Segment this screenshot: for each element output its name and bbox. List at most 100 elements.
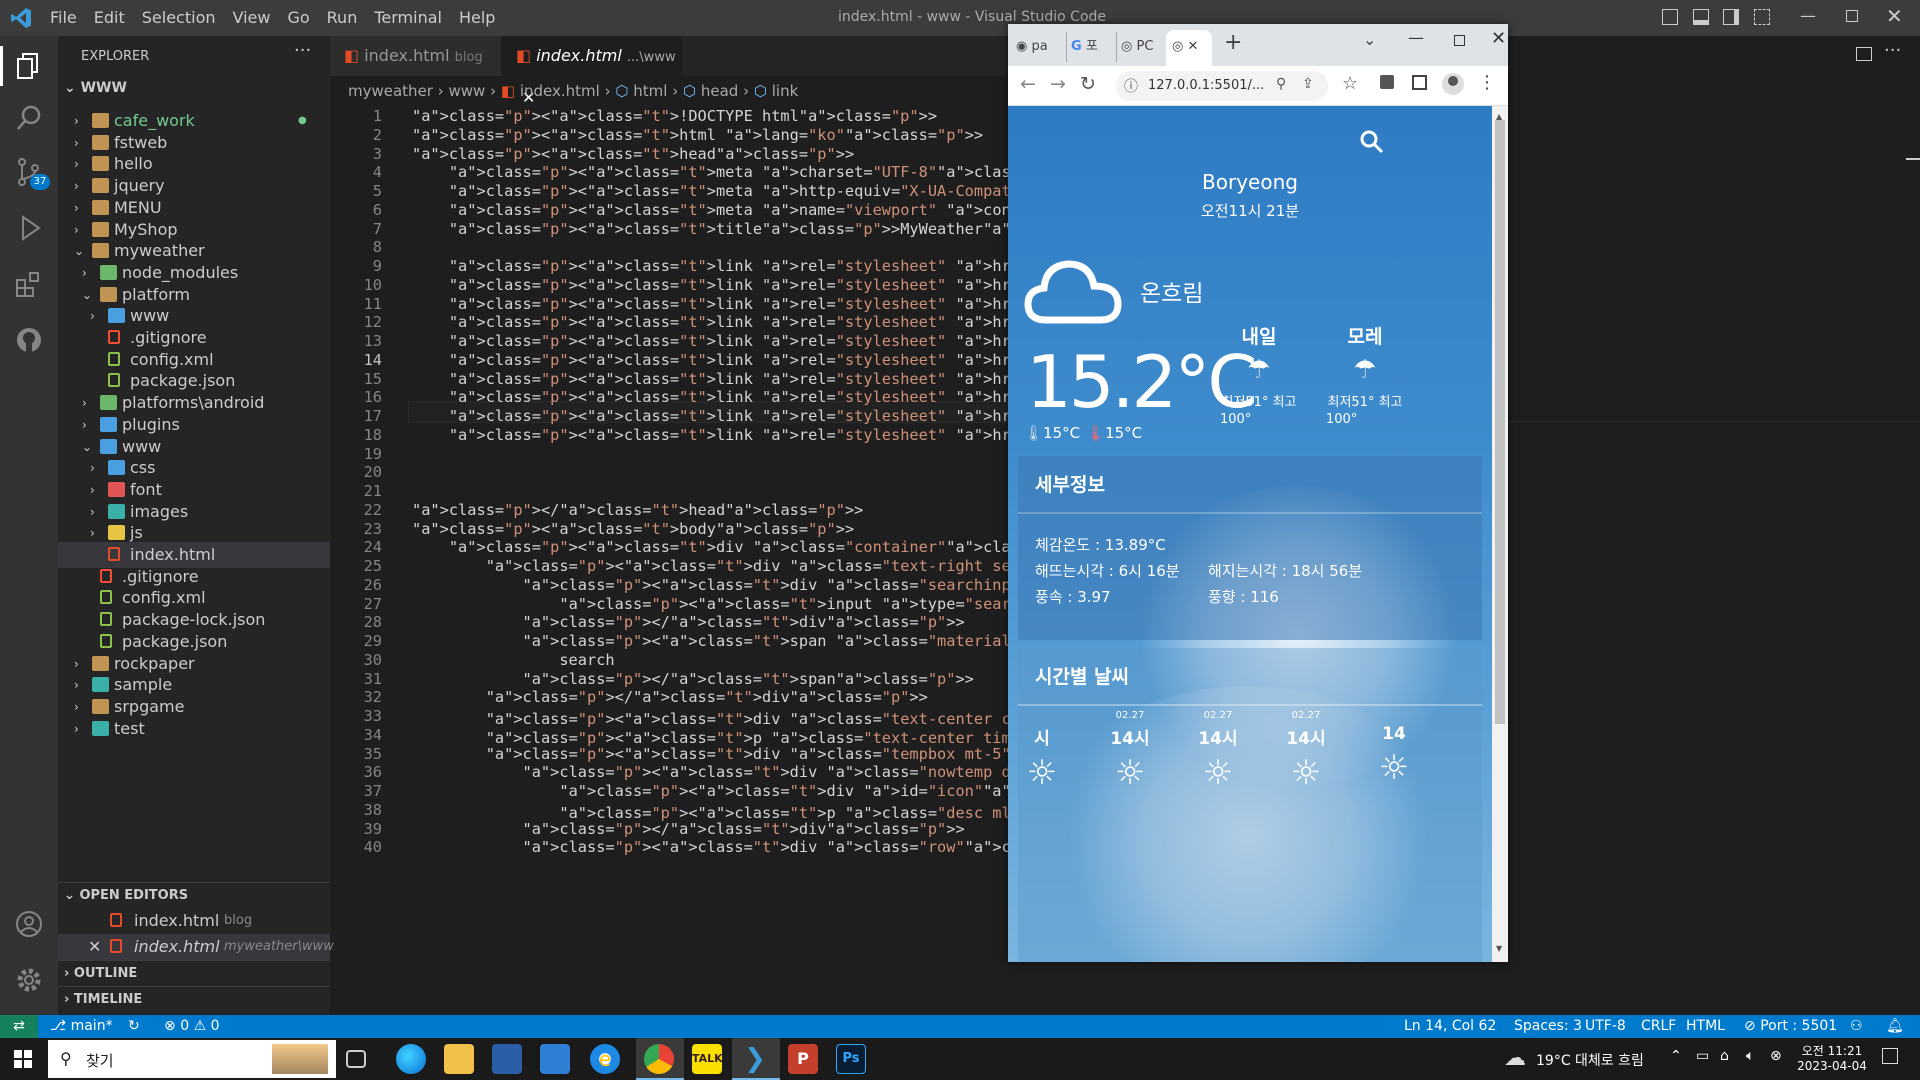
browser-maximize-icon[interactable] xyxy=(1454,35,1465,46)
menu-file[interactable]: File xyxy=(50,8,77,27)
tab-search-icon[interactable]: ⌄ xyxy=(1363,30,1376,49)
language-mode[interactable]: HTML xyxy=(1686,1015,1725,1038)
customize-layout-icon[interactable] xyxy=(1754,9,1770,25)
browser-tab[interactable]: ◉ pa xyxy=(1016,32,1064,62)
source-control-icon[interactable]: 37 xyxy=(13,156,50,190)
code-editor[interactable]: 1 "a">class="p"><"a">class="t">!DOCTYPE h… xyxy=(330,104,1008,1015)
settings-gear-icon[interactable] xyxy=(13,964,45,996)
breadcrumb-item[interactable]: head xyxy=(701,82,738,100)
workspace-root[interactable]: ⌄ WWW xyxy=(64,80,324,96)
line-ending[interactable]: CRLF xyxy=(1641,1015,1676,1038)
breadcrumb-item[interactable]: html xyxy=(633,82,667,100)
site-info-icon[interactable]: ⓘ xyxy=(1124,76,1138,96)
toggle-panel-icon[interactable] xyxy=(1693,9,1709,25)
tab-index-blog[interactable]: ◧ index.html blog xyxy=(330,36,500,76)
internet-explorer-icon[interactable]: e xyxy=(590,1044,620,1074)
remote-indicator-icon[interactable]: ⇄ xyxy=(0,1015,38,1038)
accounts-icon[interactable] xyxy=(13,908,45,940)
menu-go[interactable]: Go xyxy=(287,8,309,27)
menu-view[interactable]: View xyxy=(233,8,271,27)
scrollbar-thumb[interactable] xyxy=(1495,120,1505,724)
extensions-icon[interactable] xyxy=(13,268,45,300)
extensions-puzzle-icon[interactable] xyxy=(1380,75,1394,89)
profile-avatar-icon[interactable] xyxy=(1442,73,1464,95)
tray-chevron-icon[interactable]: ⌃ xyxy=(1670,1048,1682,1064)
split-editor-icon[interactable] xyxy=(1856,47,1872,61)
browser-close-icon[interactable]: ✕ xyxy=(1491,28,1506,49)
browser-tab-active[interactable]: ◎ ✕ xyxy=(1166,30,1212,66)
restore-window-icon[interactable] xyxy=(1846,10,1858,22)
feedback-icon[interactable]: ⚇ xyxy=(1850,1015,1863,1038)
encoding[interactable]: UTF-8 xyxy=(1585,1015,1626,1038)
more-actions-icon[interactable]: ··· xyxy=(294,40,311,61)
cursor-position[interactable]: Ln 14, Col 62 xyxy=(1404,1015,1496,1038)
timeline-header[interactable]: › TIMELINE xyxy=(58,986,330,1012)
browser-tab[interactable]: G 포 xyxy=(1066,32,1114,62)
menu-edit[interactable]: Edit xyxy=(94,8,125,27)
windows-start-icon[interactable] xyxy=(14,1050,32,1068)
vscode-taskbar-icon[interactable]: ❯ xyxy=(740,1044,770,1074)
menu-help[interactable]: Help xyxy=(459,8,495,27)
location-icon[interactable]: ⚲ xyxy=(1276,76,1286,92)
kakaotalk-icon[interactable]: TALK xyxy=(692,1044,723,1074)
ime-icon[interactable]: ⊗ xyxy=(1770,1048,1782,1064)
open-editor-item[interactable]: ✕ index.html myweather\www xyxy=(58,934,334,960)
edge-icon[interactable] xyxy=(396,1044,426,1074)
open-editors-header[interactable]: ⌄ OPEN EDITORS xyxy=(58,882,330,908)
taskbar-search[interactable]: ⚲ 찾기 xyxy=(48,1040,336,1078)
chrome-menu-icon[interactable]: ⋮ xyxy=(1478,72,1496,93)
store-icon[interactable] xyxy=(492,1044,522,1074)
clock[interactable]: 오전 11:21 2023-04-04 xyxy=(1796,1042,1868,1073)
close-window-icon[interactable]: ✕ xyxy=(1886,4,1903,28)
close-browser-tab-icon[interactable]: ✕ xyxy=(1187,39,1198,54)
toggle-secondary-sidebar-icon[interactable] xyxy=(1723,9,1739,25)
search-icon[interactable] xyxy=(1358,128,1386,156)
github-icon[interactable] xyxy=(13,324,45,356)
run-debug-icon[interactable] xyxy=(13,212,45,244)
notification-center-icon[interactable] xyxy=(1882,1048,1898,1064)
breadcrumb-item[interactable]: myweather xyxy=(348,82,433,100)
git-branch[interactable]: ⎇ main* xyxy=(50,1015,113,1038)
indentation[interactable]: Spaces: 3 xyxy=(1514,1015,1582,1038)
browser-minimize-icon[interactable]: — xyxy=(1408,28,1424,47)
breadcrumb-item[interactable]: www xyxy=(449,82,486,100)
search-icon[interactable] xyxy=(13,102,45,134)
tray-apps-icon[interactable]: ▭ xyxy=(1696,1048,1709,1064)
forward-icon[interactable]: → xyxy=(1050,73,1066,95)
menu-run[interactable]: Run xyxy=(327,8,358,27)
address-bar[interactable]: ⓘ 127.0.0.1:5501/... ⚲ ⇪ xyxy=(1116,71,1328,101)
chrome-icon[interactable] xyxy=(644,1044,674,1074)
side-panel-icon[interactable] xyxy=(1412,75,1427,90)
problems-indicator[interactable]: ⊗ 0 ⚠ 0 xyxy=(164,1015,220,1038)
explorer-icon[interactable] xyxy=(13,50,45,82)
breadcrumb-item[interactable]: index.html xyxy=(520,82,600,100)
browser-tab[interactable]: ◎ PC xyxy=(1116,32,1164,62)
mail-icon[interactable] xyxy=(540,1044,570,1074)
live-server-port[interactable]: ⊘ Port : 5501 xyxy=(1744,1015,1837,1038)
new-tab-icon[interactable]: + xyxy=(1224,30,1242,55)
open-editor-item[interactable]: index.html blog xyxy=(58,908,330,934)
network-icon[interactable]: ⌂ xyxy=(1720,1048,1729,1064)
volume-icon[interactable]: 🔈︎ xyxy=(1746,1048,1754,1064)
photoshop-icon[interactable]: Ps xyxy=(836,1044,866,1074)
file-explorer-icon[interactable] xyxy=(444,1044,474,1074)
breadcrumb-item[interactable]: link xyxy=(772,82,799,100)
tab-index-www[interactable]: ◧ index.html ...\www ✕ xyxy=(502,36,682,107)
outline-header[interactable]: › OUTLINE xyxy=(58,960,330,986)
close-editor-icon[interactable]: ✕ xyxy=(88,934,101,960)
page-scrollbar[interactable]: ▲ ▼ xyxy=(1492,106,1508,962)
back-icon[interactable]: ← xyxy=(1020,73,1036,95)
menu-terminal[interactable]: Terminal xyxy=(374,8,442,27)
bookmark-star-icon[interactable]: ☆ xyxy=(1342,73,1358,94)
minimize-window-icon[interactable]: — xyxy=(1800,6,1816,25)
powerpoint-icon[interactable]: P xyxy=(788,1044,818,1074)
task-view-icon[interactable] xyxy=(346,1050,366,1068)
hourly-carousel[interactable]: 시 ☼ 02.27 14시 ☼ 02.27 14시 ☼ 02.27 14시 ☼ 14 ☼ xyxy=(1018,710,1482,830)
editor-more-icon[interactable]: ··· xyxy=(1884,40,1901,61)
sync-icon[interactable]: ↻ xyxy=(128,1015,140,1038)
toggle-sidebar-icon[interactable] xyxy=(1662,9,1678,25)
menu-selection[interactable]: Selection xyxy=(142,8,216,27)
notifications-icon[interactable]: 🔔︎ xyxy=(1886,1015,1904,1038)
taskbar-weather[interactable]: 19°C 대체로 흐림 xyxy=(1536,1050,1644,1070)
scroll-down-icon[interactable]: ▼ xyxy=(1496,944,1502,953)
